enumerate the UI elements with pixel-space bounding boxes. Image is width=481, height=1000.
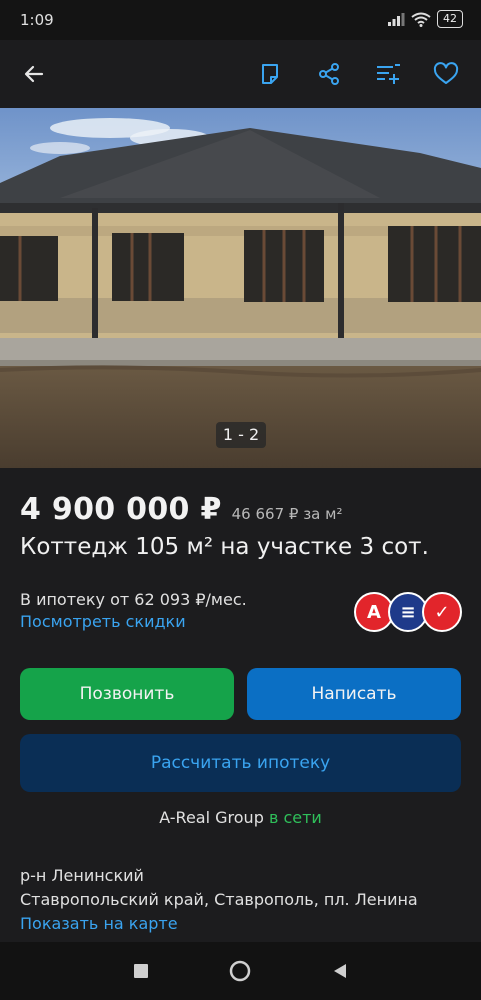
signal-icon [388, 13, 405, 26]
call-button[interactable]: Позвонить [20, 668, 234, 720]
note-icon [262, 64, 278, 84]
price: 4 900 000 ₽ [20, 492, 222, 527]
mortgage-text: В ипотеку от 62 093 ₽/мес. [20, 590, 247, 609]
compare-list-icon [377, 64, 400, 84]
compare-button[interactable] [370, 56, 406, 92]
status-icons: 42 [387, 10, 463, 28]
triangle-back-icon [334, 964, 346, 978]
note-button[interactable] [252, 56, 288, 92]
bank-logos[interactable]: А ≡ ✓ [354, 592, 464, 632]
heart-icon [433, 62, 459, 84]
seller-name: A-Real Group [159, 808, 264, 827]
status-time: 1:09 [20, 11, 54, 29]
system-nav-bar [0, 942, 481, 1000]
recents-button[interactable] [126, 956, 156, 986]
square-icon [134, 964, 148, 978]
message-button[interactable]: Написать [247, 668, 461, 720]
calc-mortgage-button[interactable]: Рассчитать ипотеку [20, 734, 461, 792]
seller-online-status: в сети [268, 808, 322, 827]
show-on-map-link[interactable]: Показать на карте [20, 914, 178, 933]
status-bar: 1:09 42 [0, 0, 481, 40]
favorite-button[interactable] [428, 56, 464, 92]
share-button[interactable] [311, 56, 347, 92]
address: Ставропольский край, Ставрополь, пл. Лен… [20, 890, 418, 909]
app-bar [0, 40, 481, 108]
listing-photo[interactable] [0, 108, 481, 468]
listing-title: Коттедж 105 м² на участке 3 сот. [20, 534, 429, 560]
price-row: 4 900 000 ₽ 46 667 ₽ за м² [20, 492, 342, 527]
discounts-link[interactable]: Посмотреть скидки [20, 612, 186, 631]
house-photo [0, 108, 481, 468]
home-button[interactable] [225, 956, 255, 986]
share-icon [319, 63, 339, 85]
back-button[interactable] [16, 56, 52, 92]
circle-icon [229, 960, 251, 982]
system-back-button[interactable] [325, 956, 355, 986]
district: р-н Ленинский [20, 866, 144, 885]
photo-counter: 1 - 2 [216, 422, 266, 448]
price-per-m2: 46 667 ₽ за м² [231, 505, 343, 523]
vtb-bank-logo: ✓ [422, 592, 462, 632]
arrow-left-icon [24, 65, 44, 83]
battery-indicator: 42 [437, 10, 463, 28]
seller-line[interactable]: A-Real Group в сети [0, 808, 481, 827]
wifi-icon [411, 12, 431, 27]
